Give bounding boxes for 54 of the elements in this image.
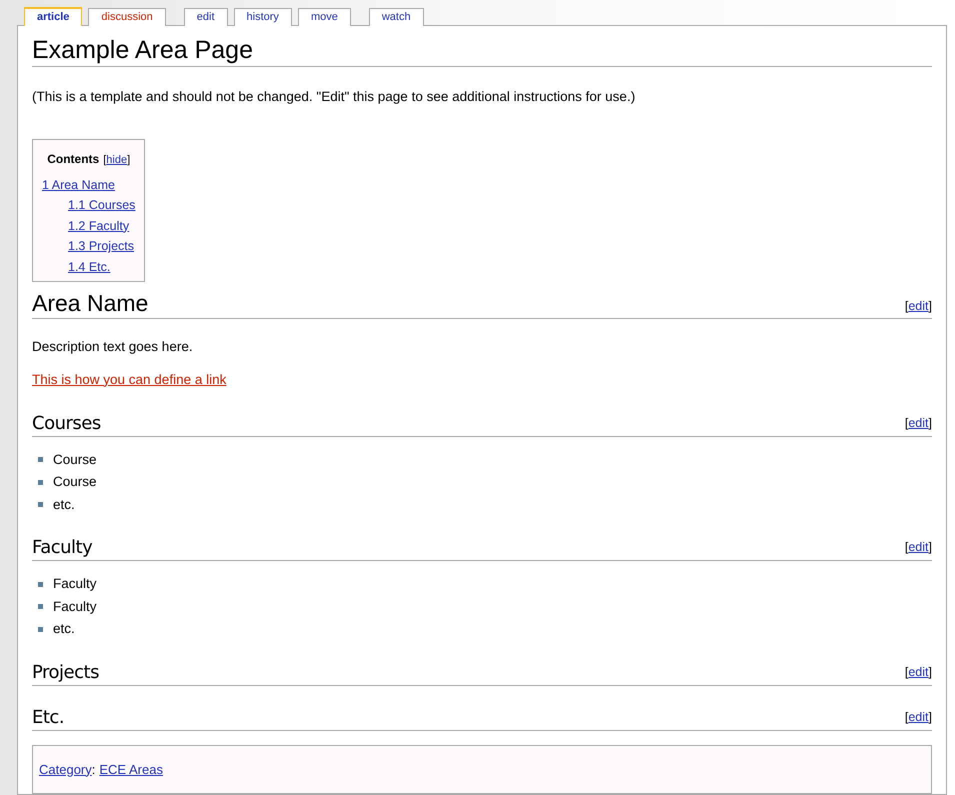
bracket: [	[904, 298, 908, 315]
bullet-icon	[38, 502, 43, 508]
hide-link[interactable]: hide	[106, 152, 128, 169]
bracket: [	[103, 153, 106, 168]
list-item: Faculty	[53, 598, 97, 616]
list-item: etc.	[53, 620, 75, 638]
category-link[interactable]: Category	[39, 760, 92, 779]
toc-link[interactable]: 1.4 Etc.	[68, 260, 110, 274]
edit-link[interactable]: edit	[908, 662, 929, 682]
bracket: ]	[928, 539, 932, 556]
toc-link[interactable]: 1 Area Name	[42, 178, 115, 192]
tab[interactable]: article	[24, 7, 82, 26]
section-heading: Area Name	[32, 289, 148, 318]
bullet-icon	[38, 626, 43, 632]
bracket: [	[904, 708, 908, 726]
section-heading: Courses	[32, 412, 101, 436]
tab[interactable]: discussion	[88, 8, 166, 26]
bracket: [	[904, 539, 908, 556]
list-item: Course	[53, 450, 97, 469]
bracket: ]	[928, 414, 932, 432]
bracket: ]	[127, 153, 130, 168]
tab[interactable]: move	[298, 8, 351, 26]
category-separator: :	[92, 760, 96, 776]
toc-link[interactable]: 1.1 Courses	[68, 198, 136, 212]
list-item: Faculty	[53, 575, 97, 594]
edit-link[interactable]: edit	[908, 414, 929, 432]
edit-link[interactable]: edit	[908, 708, 929, 726]
missing-page-link[interactable]: This is how you can define a link	[32, 372, 226, 386]
bullet-icon	[38, 457, 43, 462]
toc-title: Contents	[47, 151, 100, 168]
bullet-icon	[38, 604, 43, 610]
category-link[interactable]: ECE Areas	[99, 760, 163, 779]
bracket: [	[904, 414, 908, 432]
bracket: ]	[928, 298, 932, 315]
page-title: Example Area Page	[32, 34, 932, 67]
bracket: ]	[928, 708, 932, 726]
intro-text: (This is a template and should not be changed. "Edit" this page to see additional instructions for use.)	[32, 88, 636, 106]
tab[interactable]: watch	[368, 8, 424, 26]
bracket: ]	[928, 664, 932, 681]
list-item: Course	[53, 473, 97, 492]
tab[interactable]: history	[234, 8, 292, 26]
section-heading: Etc.	[32, 706, 64, 730]
edit-link[interactable]: edit	[908, 538, 929, 557]
tab[interactable]: edit	[184, 8, 228, 26]
section-heading: Faculty	[32, 536, 92, 560]
bullet-icon	[38, 480, 43, 485]
edit-link[interactable]: edit	[908, 296, 929, 316]
toc-link[interactable]: 1.3 Projects	[68, 239, 134, 254]
bracket: [	[904, 664, 908, 681]
description-text: Description text goes here.	[32, 338, 194, 356]
list-item: etc.	[53, 496, 75, 514]
toc-link[interactable]: 1.2 Faculty	[68, 218, 130, 233]
section-heading: Projects	[32, 660, 99, 684]
bullet-icon	[38, 582, 43, 587]
